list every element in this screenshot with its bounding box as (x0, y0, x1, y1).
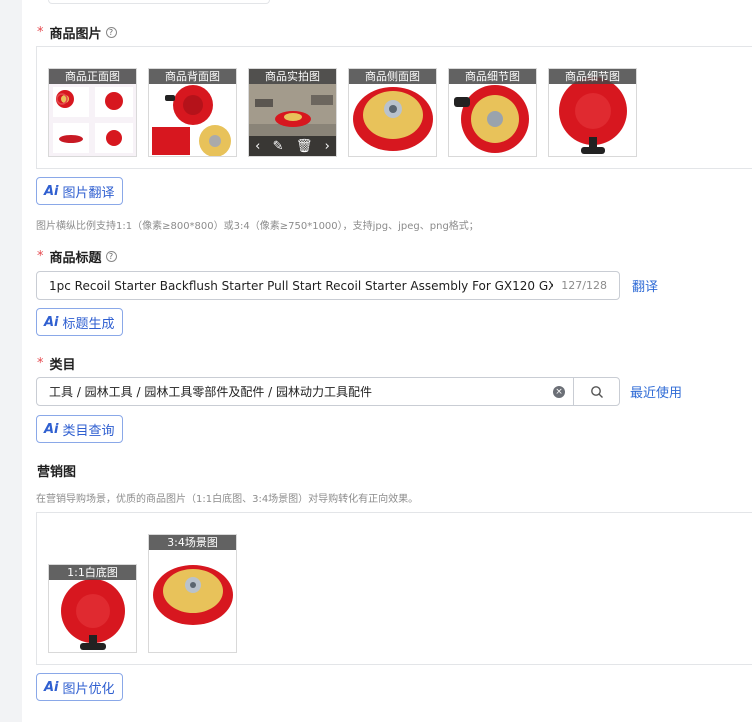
category-label-text: 类目 (49, 358, 76, 373)
required-mark: * (37, 25, 44, 40)
previous-field-stub (48, 0, 270, 4)
product-images-box: 商品正面图 商品背面图 商品实拍图 ‹ ✎ 🗑 › 商品侧面图 商品细节图 商品… (36, 46, 752, 169)
marketing-thumb-scene[interactable]: 3:4场景图 (148, 534, 237, 653)
title-char-counter: 127/128 (561, 279, 607, 292)
product-images-label: * 商品图片 ? (37, 23, 117, 42)
thumb-toolbar: ‹ ✎ 🗑 › (249, 136, 336, 156)
thumb-label: 3:4场景图 (149, 535, 236, 550)
required-mark: * (37, 249, 44, 264)
required-mark: * (37, 356, 44, 371)
marketing-images-box: 1:1白底图 3:4场景图 (36, 512, 752, 665)
image-requirements-hint: 图片横纵比例支持1:1（像素≥800*800）或3:4（像素≥750*1000）… (36, 221, 479, 232)
marketing-images-hint: 在营销导购场景，优质的商品图片（1:1白底图、3:4场景图）对导购转化有正向效果… (36, 494, 419, 505)
category-value[interactable]: 工具 / 园林工具 / 园林工具零部件及配件 / 园林动力工具配件 (37, 383, 553, 400)
thumb-label: 商品背面图 (149, 69, 236, 84)
marketing-images-label: 营销图 (37, 465, 77, 480)
marketing-thumb-white-bg[interactable]: 1:1白底图 (48, 564, 137, 653)
title-generate-label: 标题生成 (62, 316, 115, 332)
thumb-label: 商品细节图 (449, 69, 536, 84)
category-label: * 类目 (37, 354, 76, 373)
ai-icon: Ai (44, 679, 59, 695)
thumb-label: 商品实拍图 (249, 69, 336, 84)
ai-icon: Ai (44, 421, 59, 437)
ai-icon: Ai (44, 314, 59, 330)
product-title-input[interactable]: 1pc Recoil Starter Backflush Starter Pul… (36, 271, 620, 300)
product-thumb-back[interactable]: 商品背面图 (148, 68, 237, 157)
help-icon[interactable]: ? (105, 27, 117, 38)
product-thumb-detail-2[interactable]: 商品细节图 (548, 68, 637, 157)
ai-icon: Ai (44, 183, 59, 199)
product-title-value[interactable]: 1pc Recoil Starter Backflush Starter Pul… (37, 279, 553, 293)
search-icon (590, 385, 603, 398)
chevron-right-icon[interactable]: › (325, 139, 330, 154)
image-translate-label: 图片翻译 (62, 185, 115, 201)
scene-image (149, 535, 236, 652)
title-generate-button[interactable]: Ai 标题生成 (36, 308, 123, 336)
category-search-button[interactable] (573, 378, 619, 405)
category-select[interactable]: 工具 / 园林工具 / 园林工具零部件及配件 / 园林动力工具配件 × (36, 377, 620, 406)
help-icon[interactable]: ? (105, 251, 117, 262)
title-translate-link[interactable]: 翻译 (632, 276, 658, 295)
category-query-label: 类目查询 (62, 423, 115, 439)
clear-icon[interactable]: × (553, 385, 565, 398)
edit-icon[interactable]: ✎ (273, 139, 284, 154)
product-title-label: * 商品标题 ? (37, 247, 117, 266)
thumb-label: 商品侧面图 (349, 69, 436, 84)
category-query-button[interactable]: Ai 类目查询 (36, 415, 123, 443)
delete-icon[interactable]: 🗑 (296, 139, 313, 154)
product-thumb-detail-1[interactable]: 商品细节图 (448, 68, 537, 157)
chevron-left-icon[interactable]: ‹ (255, 139, 260, 154)
product-title-label-text: 商品标题 (49, 251, 102, 266)
product-thumb-side[interactable]: 商品侧面图 (348, 68, 437, 157)
image-translate-button[interactable]: Ai 图片翻译 (36, 177, 123, 205)
product-thumb-front[interactable]: 商品正面图 (48, 68, 137, 157)
thumb-label: 1:1白底图 (49, 565, 136, 580)
thumb-label: 商品正面图 (49, 69, 136, 84)
recent-used-link[interactable]: 最近使用 (630, 382, 682, 401)
product-images-label-text: 商品图片 (49, 27, 102, 42)
image-optimize-label: 图片优化 (62, 681, 115, 697)
product-thumb-real[interactable]: 商品实拍图 ‹ ✎ 🗑 › (248, 68, 337, 157)
thumb-label: 商品细节图 (549, 69, 636, 84)
image-optimize-button[interactable]: Ai 图片优化 (36, 673, 123, 701)
